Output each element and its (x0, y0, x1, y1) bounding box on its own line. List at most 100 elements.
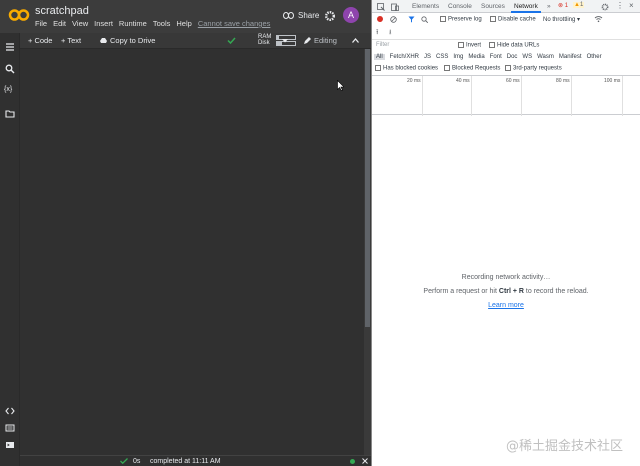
devtools-menu-icon[interactable]: ⋮ (616, 1, 624, 10)
add-code-button[interactable]: + Code (28, 36, 52, 45)
disable-cache-checkbox[interactable]: Disable cache (490, 16, 536, 23)
network-toolbar: Preserve log Disable cache No throttling… (372, 15, 640, 26)
filter-type-font[interactable]: Font (490, 54, 502, 60)
network-conditions-wifi-icon[interactable] (594, 15, 603, 23)
notebook-editor-area[interactable] (20, 49, 364, 455)
inspect-element-icon[interactable] (377, 3, 385, 11)
resource-monitor[interactable]: RAM Disk (258, 34, 271, 46)
filter-type-ws[interactable]: WS (522, 54, 532, 60)
error-badge[interactable]: ⊗ 1 (558, 2, 568, 9)
menu-runtime[interactable]: Runtime (119, 19, 147, 28)
colab-logo-icon[interactable] (8, 8, 30, 22)
share-button[interactable]: Share (283, 11, 319, 20)
timeline-tick-label: 100 ms (604, 78, 621, 84)
collapse-header-chevron-icon[interactable] (352, 38, 359, 43)
preserve-log-box[interactable] (440, 16, 446, 22)
third-party-requests-box[interactable] (505, 65, 511, 71)
filter-type-img[interactable]: Img (453, 54, 463, 60)
terminal-icon[interactable] (5, 440, 15, 450)
editor-scrollbar[interactable] (364, 49, 371, 455)
menu-help[interactable]: Help (176, 19, 191, 28)
tab-sources[interactable]: Sources (481, 3, 505, 10)
save-status-link[interactable]: Cannot save changes (198, 19, 271, 28)
timeline-gridline (422, 76, 423, 116)
third-party-requests-label: 3rd-party requests (513, 65, 562, 72)
blocked-filters-row: Has blocked cookies Blocked Requests 3rd… (372, 64, 640, 75)
blocked-requests-box[interactable] (444, 65, 450, 71)
devtools-tab-bar: Elements Console Sources Network » ⊗ 1 ▲… (372, 0, 640, 13)
devtools-settings-gear-icon[interactable] (601, 3, 609, 11)
tab-elements[interactable]: Elements (412, 3, 439, 10)
learn-more-link[interactable]: Learn more (372, 302, 640, 309)
menu-insert[interactable]: Insert (94, 19, 113, 28)
files-folder-icon[interactable] (5, 109, 15, 119)
menu-tools[interactable]: Tools (153, 19, 171, 28)
hide-data-urls-box[interactable] (489, 42, 495, 48)
device-toolbar-icon[interactable] (391, 3, 399, 11)
has-blocked-cookies-box[interactable] (375, 65, 381, 71)
timeline-gridline (471, 76, 472, 116)
timeline-gridline (521, 76, 522, 116)
warning-badge[interactable]: ▲1 (573, 2, 585, 8)
more-tabs-button[interactable]: » (547, 3, 551, 10)
has-blocked-cookies-checkbox[interactable]: Has blocked cookies (375, 65, 438, 72)
filter-type-media[interactable]: Media (468, 54, 484, 60)
menu-view[interactable]: View (72, 19, 88, 28)
network-overview-timeline[interactable]: 20 ms 40 ms 60 ms 80 ms 100 ms (372, 75, 640, 116)
throttling-select[interactable]: No throttling ▾ (543, 16, 580, 23)
filter-type-css[interactable]: CSS (436, 54, 448, 60)
devtools-close-icon[interactable]: × (629, 1, 634, 10)
settings-gear-icon[interactable] (324, 10, 336, 22)
table-of-contents-icon[interactable] (5, 42, 15, 52)
drive-icon (100, 37, 107, 43)
avatar[interactable]: A (343, 7, 359, 23)
close-status-icon[interactable] (362, 458, 368, 464)
filter-funnel-icon[interactable] (408, 16, 415, 23)
filter-input[interactable]: Filter (376, 42, 389, 48)
copy-to-drive-button[interactable]: Copy to Drive (100, 36, 155, 45)
export-har-icon[interactable]: ⭳ (389, 28, 391, 39)
filter-type-doc[interactable]: Doc (507, 54, 518, 60)
add-text-button[interactable]: + Text (61, 36, 81, 45)
import-har-icon[interactable]: ⭱ (376, 28, 378, 39)
filter-type-other[interactable]: Other (587, 54, 602, 60)
menu-file[interactable]: File (35, 19, 47, 28)
tab-console[interactable]: Console (448, 3, 472, 10)
invert-box[interactable] (458, 42, 464, 48)
hide-data-urls-checkbox[interactable]: Hide data URLs (489, 42, 539, 49)
command-palette-icon[interactable] (5, 423, 15, 433)
has-blocked-cookies-label: Has blocked cookies (383, 65, 439, 72)
filter-type-all[interactable]: All (374, 54, 385, 60)
pencil-icon (304, 36, 311, 44)
disable-cache-box[interactable] (490, 16, 496, 22)
editing-label: Editing (314, 36, 337, 45)
import-export-row: ⭱ ⭳ (372, 28, 640, 38)
code-snippets-icon[interactable] (5, 406, 15, 416)
menu-edit[interactable]: Edit (53, 19, 66, 28)
filter-type-wasm[interactable]: Wasm (537, 54, 554, 60)
variables-icon[interactable]: {x} (4, 86, 14, 96)
blocked-requests-checkbox[interactable]: Blocked Requests (444, 65, 500, 72)
resource-type-filters: All Fetch/XHR JS CSS Img Media Font Doc WS Wasm Ma… (372, 52, 640, 63)
devtools-panel: Elements Console Sources Network » ⊗ 1 ▲… (372, 0, 640, 466)
filter-type-js[interactable]: JS (424, 54, 431, 60)
disk-label: Disk (258, 40, 270, 46)
filter-type-manifest[interactable]: Manifest (559, 54, 582, 60)
mouse-cursor-icon (337, 80, 344, 91)
invert-label: Invert (466, 42, 482, 49)
record-button[interactable] (377, 16, 383, 22)
editing-mode-button[interactable]: Editing (303, 36, 337, 45)
notebook-title[interactable]: scratchpad (35, 5, 89, 17)
resource-dropdown-icon[interactable] (282, 39, 288, 43)
invert-checkbox[interactable]: Invert (458, 42, 481, 49)
scrollbar-thumb[interactable] (365, 49, 370, 327)
status-check-icon (120, 458, 128, 464)
preserve-log-checkbox[interactable]: Preserve log (440, 16, 482, 23)
tab-network[interactable]: Network (511, 3, 541, 13)
reload-shortcut-key: Ctrl + R (498, 288, 524, 295)
third-party-requests-checkbox[interactable]: 3rd-party requests (505, 65, 562, 72)
search-network-icon[interactable] (421, 16, 428, 23)
filter-type-fetch-xhr[interactable]: Fetch/XHR (390, 54, 419, 60)
search-icon[interactable] (5, 64, 15, 74)
clear-log-icon[interactable] (390, 16, 397, 23)
